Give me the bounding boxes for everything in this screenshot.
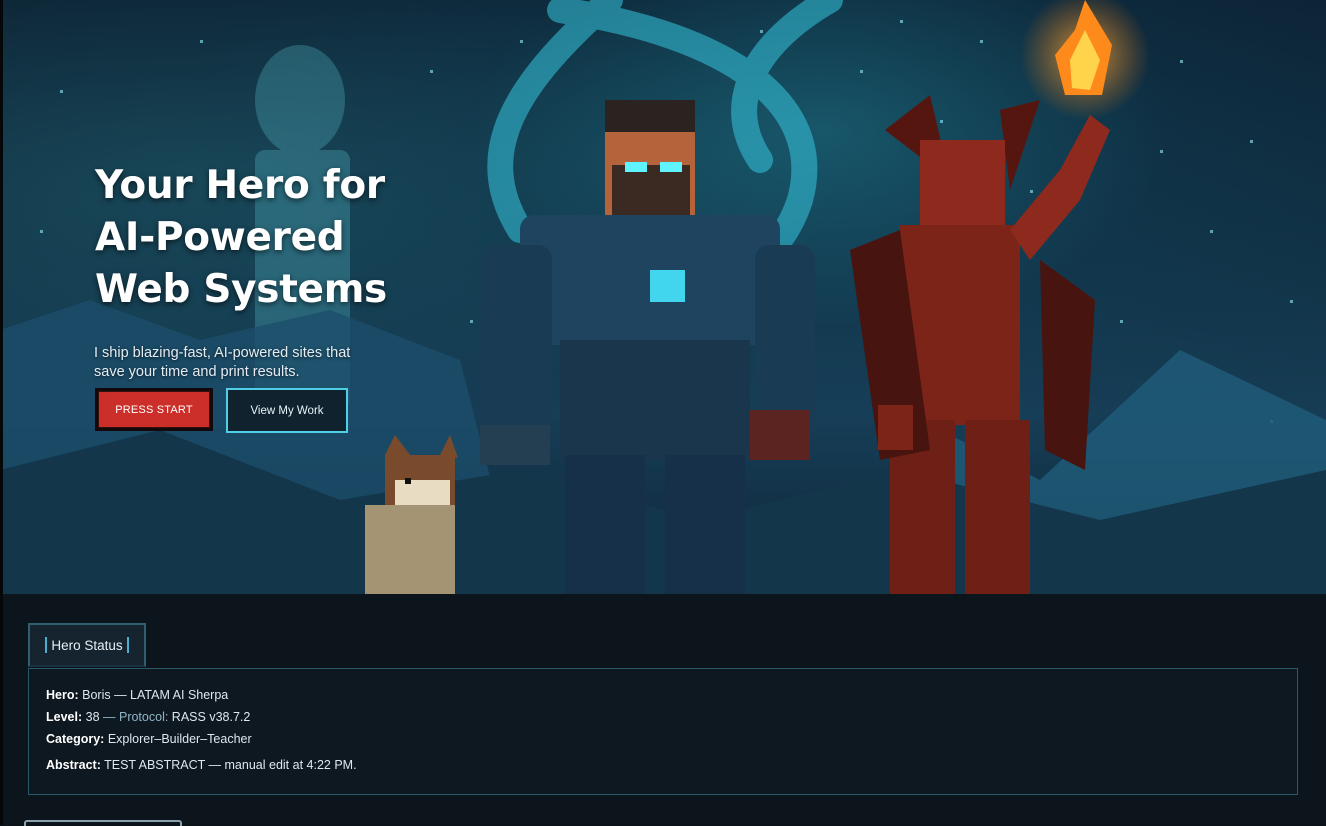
status-category-value: Explorer–Builder–Teacher	[104, 732, 252, 746]
hero-subtitle-line: save your time and print results.	[94, 364, 300, 380]
status-level-value: 38	[82, 710, 100, 724]
tab-hero-status-label: Hero Status	[51, 637, 123, 653]
next-section-tab[interactable]	[24, 820, 182, 826]
status-protocol-label: Protocol:	[118, 710, 169, 724]
status-level-label: Level:	[46, 710, 83, 724]
view-my-work-button[interactable]: View My Work	[226, 388, 348, 433]
status-category-label: Category:	[46, 732, 105, 746]
hero-subtitle: I ship blazing-fast, AI-powered sites th…	[94, 344, 424, 382]
hero-copy: Your Hero for AI-Powered Web Systems I s…	[94, 160, 435, 382]
status-protocol-value: RASS v38.7.2	[168, 710, 251, 724]
flame-icon	[1020, 0, 1150, 120]
press-start-button[interactable]: PRESS START	[95, 388, 213, 431]
status-abstract-value: TEST ABSTRACT — manual edit at 4:22 PM.	[100, 758, 357, 772]
status-category-row: Category: Explorer–Builder–Teacher	[46, 732, 252, 746]
status-level-separator: —	[99, 710, 119, 724]
status-abstract-label: Abstract:	[46, 758, 101, 772]
hero-title: Your Hero for AI-Powered Web Systems	[95, 160, 435, 316]
page-edge	[0, 0, 3, 825]
hero-title-line: Web Systems	[95, 267, 387, 312]
status-abstract-row: Abstract: TEST ABSTRACT — manual edit at…	[46, 758, 357, 772]
status-hero-label: Hero:	[46, 688, 79, 702]
tab-bracket-left	[45, 637, 48, 653]
status-hero-value: Boris — LATAM AI Sherpa	[78, 688, 229, 702]
hero-subtitle-line: I ship blazing-fast, AI-powered sites th…	[94, 345, 351, 361]
hero-section: Your Hero for AI-Powered Web Systems I s…	[0, 0, 1326, 594]
tab-hero-status[interactable]: Hero Status	[28, 623, 146, 667]
status-hero-row: Hero: Boris — LATAM AI Sherpa	[46, 688, 228, 702]
hero-title-line: Your Hero for	[95, 163, 385, 208]
hero-title-line: AI-Powered	[95, 215, 345, 260]
tab-bracket-right	[126, 637, 129, 653]
status-level-row: Level: 38 — Protocol: RASS v38.7.2	[46, 710, 250, 724]
